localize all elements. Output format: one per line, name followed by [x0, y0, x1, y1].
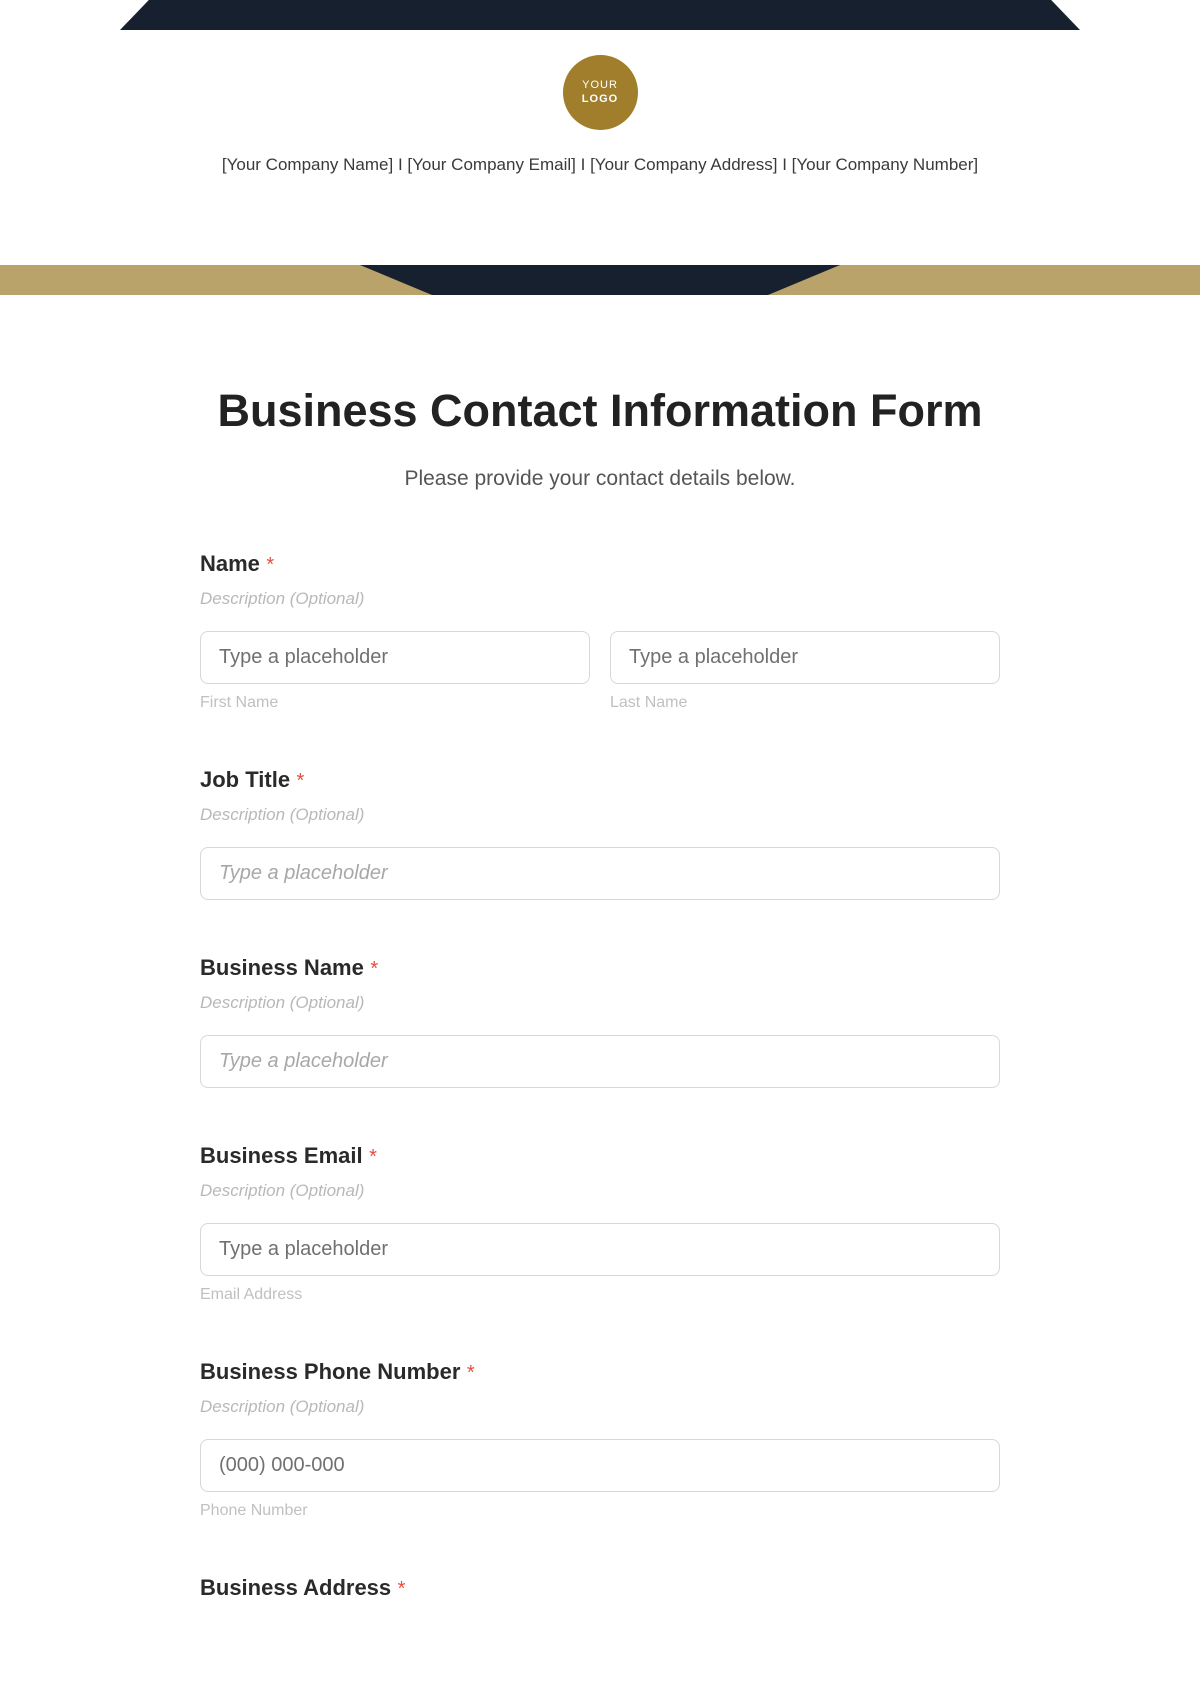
job-title-label: Job Title — [200, 767, 290, 793]
business-phone-label: Business Phone Number — [200, 1359, 460, 1385]
logo-section: YOUR LOGO [Your Company Name] I [Your Co… — [0, 30, 1200, 195]
first-name-input[interactable] — [200, 631, 590, 684]
name-label: Name — [200, 551, 260, 577]
form-container: Business Contact Information Form Please… — [140, 295, 1060, 1696]
business-email-sublabel: Email Address — [200, 1286, 1000, 1304]
form-subtitle: Please provide your contact details belo… — [200, 467, 1000, 491]
business-name-description: Description (Optional) — [200, 993, 1000, 1013]
form-title: Business Contact Information Form — [200, 385, 1000, 437]
first-name-sublabel: First Name — [200, 694, 590, 712]
field-business-email: Business Email * Description (Optional) … — [200, 1143, 1000, 1304]
business-phone-description: Description (Optional) — [200, 1397, 1000, 1417]
field-business-address: Business Address * — [200, 1575, 1000, 1601]
business-name-input[interactable] — [200, 1035, 1000, 1088]
required-marker: * — [297, 770, 305, 792]
divider-band — [0, 265, 1200, 295]
field-business-phone: Business Phone Number * Description (Opt… — [200, 1359, 1000, 1520]
required-marker: * — [370, 958, 378, 980]
business-phone-sublabel: Phone Number — [200, 1502, 1000, 1520]
last-name-sublabel: Last Name — [610, 694, 1000, 712]
business-address-label: Business Address — [200, 1575, 391, 1601]
logo-text-logo: LOGO — [582, 93, 618, 106]
required-marker: * — [369, 1146, 377, 1168]
business-email-input[interactable] — [200, 1223, 1000, 1276]
field-job-title: Job Title * Description (Optional) — [200, 767, 1000, 900]
required-marker: * — [266, 554, 274, 576]
last-name-input[interactable] — [610, 631, 1000, 684]
logo-placeholder: YOUR LOGO — [563, 55, 638, 130]
field-name: Name * Description (Optional) First Name… — [200, 551, 1000, 712]
job-title-description: Description (Optional) — [200, 805, 1000, 825]
business-email-label: Business Email — [200, 1143, 363, 1169]
name-description: Description (Optional) — [200, 589, 1000, 609]
header-banner — [120, 0, 1080, 30]
field-business-name: Business Name * Description (Optional) — [200, 955, 1000, 1088]
divider-chevron — [360, 265, 840, 295]
required-marker: * — [398, 1578, 406, 1600]
business-name-label: Business Name — [200, 955, 364, 981]
required-marker: * — [467, 1362, 475, 1384]
business-phone-input[interactable] — [200, 1439, 1000, 1492]
company-info-line: [Your Company Name] I [Your Company Emai… — [0, 155, 1200, 175]
logo-text-your: YOUR — [582, 79, 618, 92]
job-title-input[interactable] — [200, 847, 1000, 900]
business-email-description: Description (Optional) — [200, 1181, 1000, 1201]
